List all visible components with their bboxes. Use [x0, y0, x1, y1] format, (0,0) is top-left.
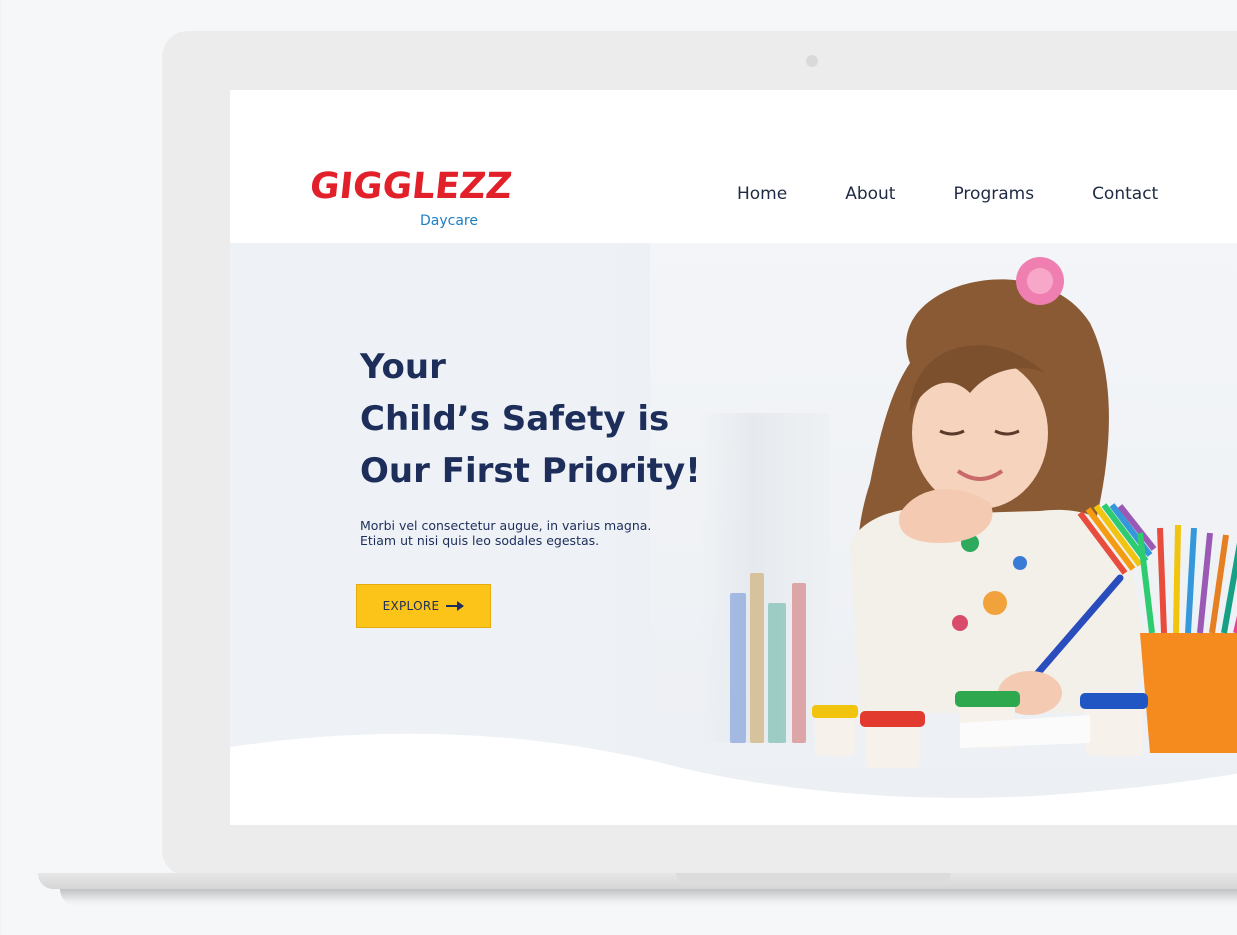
hero-section: Your Child’s Safety is Our First Priorit…	[230, 243, 1237, 825]
hero-bottom-wave	[230, 733, 1237, 825]
laptop-notch	[676, 873, 951, 883]
hero-headline-line-3: Our First Priority!	[360, 451, 701, 491]
hero-description: Morbi vel consectetur augue, in varius m…	[360, 518, 690, 548]
laptop-base	[38, 873, 1237, 889]
brand-logo-wordmark: GIGGLEZZ	[307, 166, 514, 207]
main-nav: Home About Programs Contact	[737, 184, 1158, 204]
hero-description-line-2: Etiam ut nisi quis leo sodales egestas.	[360, 533, 600, 548]
hero-description-line-1: Morbi vel consectetur augue, in varius m…	[360, 518, 652, 533]
nav-item-home[interactable]: Home	[737, 184, 787, 204]
laptop-screen: GIGGLEZZ Daycare Home About Programs Con…	[230, 90, 1237, 825]
site-header: GIGGLEZZ Daycare Home About Programs Con…	[230, 90, 1237, 243]
nav-item-contact[interactable]: Contact	[1092, 184, 1158, 204]
laptop-shadow	[60, 889, 1237, 907]
hero-headline: Your Child’s Safety is Our First Priorit…	[360, 341, 720, 497]
brand-tagline: Daycare	[420, 213, 478, 229]
nav-item-about[interactable]: About	[845, 184, 895, 204]
nav-item-programs[interactable]: Programs	[953, 184, 1034, 204]
hero-headline-line-2: Child’s Safety is	[360, 399, 670, 439]
mockup-stage: GIGGLEZZ Daycare Home About Programs Con…	[0, 0, 1237, 935]
webcam	[806, 55, 818, 67]
brand-logo[interactable]: GIGGLEZZ Daycare	[307, 166, 514, 229]
arrow-right-icon	[446, 601, 465, 611]
explore-button-label: EXPLORE	[382, 599, 440, 613]
hero-headline-line-1: Your	[360, 347, 446, 387]
explore-button[interactable]: EXPLORE	[356, 584, 491, 628]
